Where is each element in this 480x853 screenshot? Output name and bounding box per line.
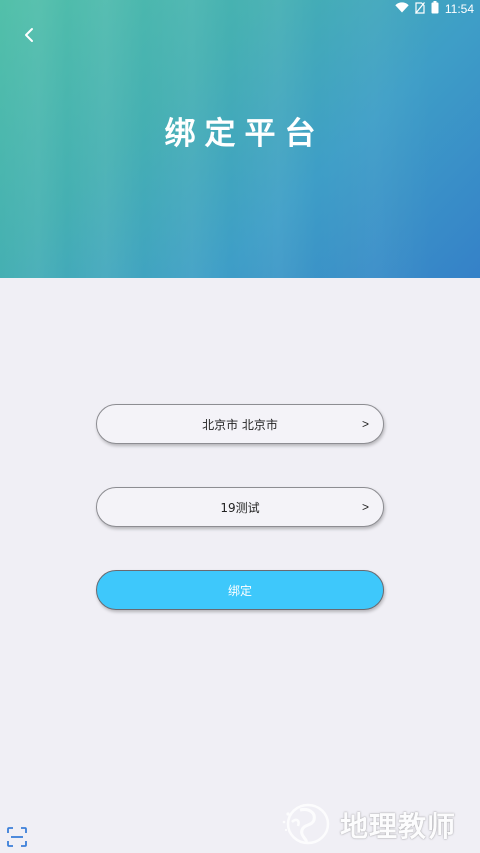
platform-arrow-icon: > xyxy=(361,500,369,514)
watermark-logo: 地理教师 xyxy=(278,800,478,850)
platform-value: 19测试 xyxy=(220,500,260,515)
screen: 11:54 绑定平台 北京市 北京市 > 19测试 > 绑定 地理教师 xyxy=(0,0,480,853)
battery-icon xyxy=(431,1,439,17)
scan-button[interactable] xyxy=(6,826,28,848)
globe-icon xyxy=(278,800,334,850)
wifi-icon xyxy=(395,2,409,16)
region-selector[interactable]: 北京市 北京市 > xyxy=(96,404,384,444)
region-value: 北京市 北京市 xyxy=(202,417,278,432)
platform-selector[interactable]: 19测试 > xyxy=(96,487,384,527)
watermark-text: 地理教师 xyxy=(340,810,457,843)
back-button[interactable] xyxy=(18,26,40,48)
scan-icon xyxy=(6,827,28,852)
no-sim-icon xyxy=(414,1,425,17)
region-arrow-icon: > xyxy=(361,417,369,431)
chevron-left-icon xyxy=(24,27,34,47)
page-title: 绑定平台 xyxy=(164,116,325,152)
header-banner: 11:54 绑定平台 xyxy=(0,0,480,278)
bind-button[interactable]: 绑定 xyxy=(96,570,384,610)
status-bar: 11:54 xyxy=(0,0,480,18)
status-time: 11:54 xyxy=(444,2,474,16)
